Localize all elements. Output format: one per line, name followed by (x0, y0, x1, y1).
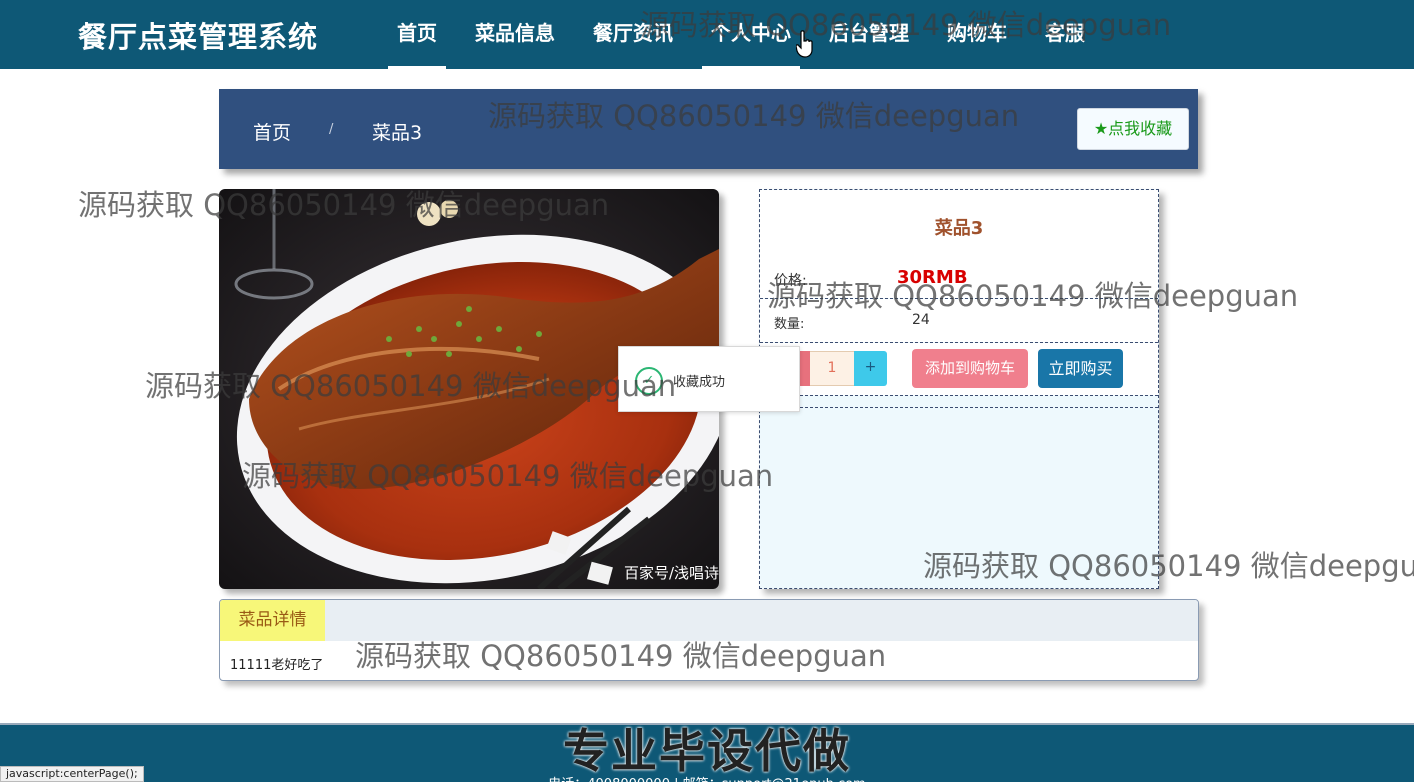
nav-user-center[interactable]: 个人中心 (702, 0, 800, 69)
breadcrumb-separator: / (329, 122, 334, 137)
details-header: 菜品详情 (220, 600, 1198, 641)
footer-contact: 电话：4008000000 | 邮箱：support@21epub.com (0, 773, 1414, 782)
main-nav: 首页 菜品信息 餐厅资讯 个人中心 后台管理 购物车 客服 (388, 0, 1114, 69)
stock-value: 24 (912, 312, 930, 328)
top-navbar: 餐厅点菜管理系统 首页 菜品信息 餐厅资讯 个人中心 后台管理 购物车 客服 (0, 0, 1414, 69)
footer-logo: 专业毕设代做 (563, 724, 851, 778)
quantity-increment-button[interactable]: + (854, 351, 887, 386)
nav-news[interactable]: 餐厅资讯 (584, 0, 682, 69)
check-circle-icon: ✓ (635, 367, 663, 395)
details-body: 11111老好吃了 (230, 658, 324, 673)
dish-title: 菜品3 (934, 218, 984, 239)
price-label: 价格: (774, 273, 807, 289)
divider (760, 395, 1158, 396)
dish-info-top: 菜品3 价格: 30RMB (760, 190, 1158, 298)
action-row: 1 + 添加到购物车 立即购买 (760, 343, 1158, 395)
toast-text: 收藏成功 (673, 375, 726, 390)
image-caption: 百家号/浅唱诗 (623, 564, 719, 582)
nav-admin[interactable]: 后台管理 (820, 0, 918, 69)
buy-now-button[interactable]: 立即购买 (1038, 349, 1123, 388)
toast-message: ✓ 收藏成功 (618, 346, 800, 412)
tab-dish-details[interactable]: 菜品详情 (220, 600, 325, 641)
nav-cart[interactable]: 购物车 (938, 0, 1016, 69)
add-to-cart-button[interactable]: 添加到购物车 (912, 349, 1028, 388)
stock-label: 数量: (774, 317, 805, 332)
quantity-stepper[interactable]: 1 (810, 351, 854, 386)
nav-service[interactable]: 客服 (1036, 0, 1094, 69)
hand-cursor-icon (796, 30, 813, 58)
nav-dishes[interactable]: 菜品信息 (466, 0, 564, 69)
footer: 专业毕设代做 电话：4008000000 | 邮箱：support@21epub… (0, 723, 1414, 782)
stock-row: 数量: 24 (760, 299, 1158, 342)
nav-home[interactable]: 首页 (388, 0, 446, 69)
price-value: 30RMB (897, 267, 968, 288)
divider (760, 407, 1158, 408)
breadcrumb: 首页 / 菜品3 ★点我收藏 (219, 89, 1198, 169)
favorite-button[interactable]: ★点我收藏 (1077, 108, 1189, 150)
breadcrumb-current: 菜品3 (372, 122, 423, 144)
dish-info-panel: 菜品3 价格: 30RMB 数量: 24 1 + 添加到购物车 立即购买 (759, 189, 1159, 589)
breadcrumb-home[interactable]: 首页 (253, 118, 291, 145)
dish-details-panel: 菜品详情 11111老好吃了 (219, 599, 1199, 681)
site-brand[interactable]: 餐厅点菜管理系统 (78, 14, 318, 56)
browser-status-bar: javascript:centerPage(); (0, 766, 144, 782)
